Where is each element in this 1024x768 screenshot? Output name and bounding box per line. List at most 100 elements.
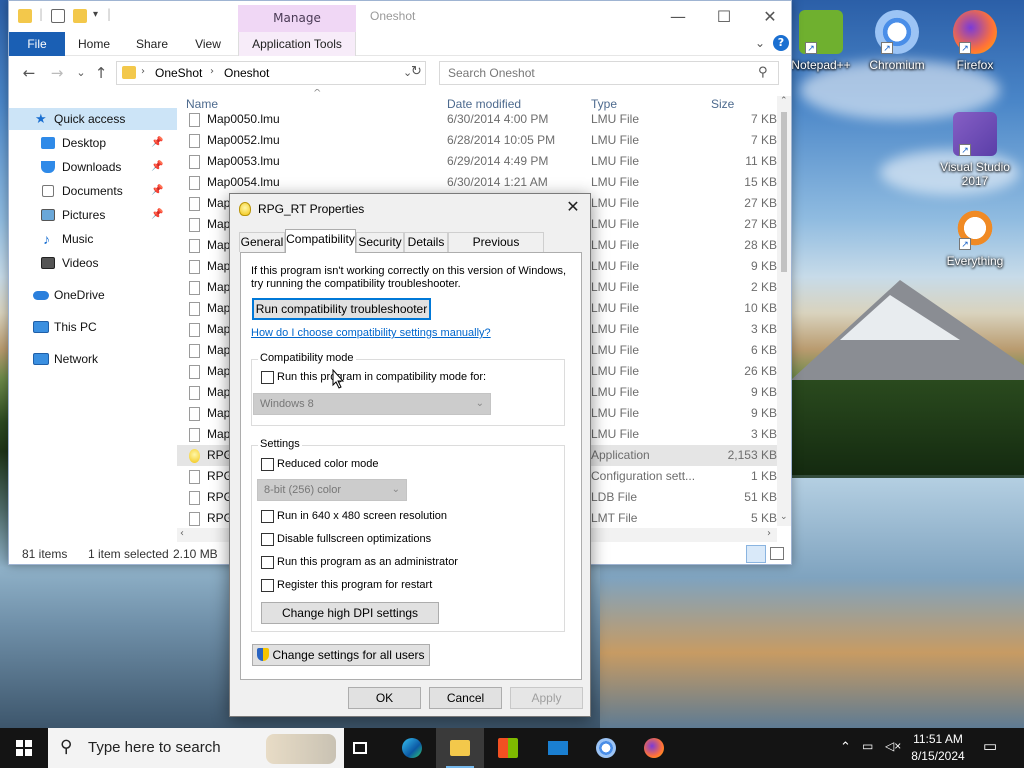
sidebar-item-network[interactable]: Network xyxy=(9,348,177,370)
scroll-up-icon[interactable]: ⌃ xyxy=(780,96,788,106)
ok-button[interactable]: OK xyxy=(348,687,421,709)
desktop-icon-visual-studio[interactable]: ↗ Visual Studio 2017 xyxy=(937,112,1013,188)
start-button[interactable] xyxy=(0,728,48,768)
breadcrumb-oneshot[interactable]: Oneshot xyxy=(224,66,269,80)
checkbox-label: Register this program for restart xyxy=(277,579,433,591)
breadcrumb-oneshot-parent[interactable]: OneShot xyxy=(155,66,202,80)
sidebar-item-desktop[interactable]: Desktop 📌 xyxy=(9,132,177,154)
system-clock[interactable]: 11:51 AM 8/15/2024 xyxy=(906,731,970,765)
table-row[interactable]: Map0052.lmu 6/28/2014 10:05 PM LMU File 7 K… xyxy=(177,130,777,151)
taskbar-chromium[interactable] xyxy=(582,728,630,768)
register-restart-checkbox[interactable] xyxy=(261,579,274,592)
compatibility-mode-checkbox[interactable] xyxy=(261,371,274,384)
file-icon xyxy=(189,428,200,442)
search-input[interactable]: Search Oneshot ⚲ xyxy=(439,61,779,85)
maximize-button[interactable]: ☐ xyxy=(701,1,747,32)
reduced-color-checkbox[interactable] xyxy=(261,458,274,471)
tab-home[interactable]: Home xyxy=(71,32,117,56)
file-name: Map xyxy=(207,427,231,441)
compatibility-os-select[interactable]: Windows 8 ⌄ xyxy=(253,393,491,415)
taskbar-file-explorer[interactable] xyxy=(436,728,484,768)
resolution-640-checkbox[interactable] xyxy=(261,510,274,523)
network-status-icon[interactable]: ▭ xyxy=(862,739,873,753)
customize-quick-access-icon[interactable]: ▾ xyxy=(93,9,98,20)
change-settings-all-users-button[interactable]: Change settings for all users xyxy=(252,644,430,666)
cancel-button[interactable]: Cancel xyxy=(429,687,502,709)
task-view-button[interactable] xyxy=(336,728,384,768)
taskbar-search-box[interactable]: ⚲ Type here to search xyxy=(48,728,344,768)
forest xyxy=(780,380,1024,475)
close-button[interactable]: ✕ xyxy=(747,1,793,32)
file-type: LMU File xyxy=(591,175,640,189)
sidebar-item-music[interactable]: ♪ Music xyxy=(9,228,177,250)
back-button[interactable]: ← xyxy=(19,65,39,81)
tab-view[interactable]: View xyxy=(185,32,231,56)
tab-application-tools[interactable]: Application Tools xyxy=(238,32,356,56)
show-hidden-icons-chevron[interactable]: ⌃ xyxy=(840,739,851,755)
taskbar-mail[interactable] xyxy=(534,728,582,768)
tab-share[interactable]: Share xyxy=(129,32,175,56)
scroll-right-icon[interactable]: › xyxy=(767,528,771,539)
file-size: 27 KB xyxy=(744,217,777,231)
forward-button[interactable]: → xyxy=(47,65,67,81)
sidebar-item-label: Music xyxy=(62,232,94,246)
manage-contextual-tab[interactable]: Manage xyxy=(238,5,356,32)
expand-ribbon-icon[interactable]: ⌄ xyxy=(755,36,765,50)
notifications-icon[interactable]: ▭ xyxy=(983,737,997,755)
file-size: 3 KB xyxy=(750,322,777,336)
desktop-icon-chromium[interactable]: ↗ Chromium xyxy=(859,10,935,72)
tab-general[interactable]: General xyxy=(239,232,285,252)
tab-compatibility[interactable]: Compatibility xyxy=(285,229,356,253)
dialog-close-button[interactable]: ✕ xyxy=(560,196,586,220)
network-icon xyxy=(33,353,49,365)
up-button[interactable]: ↑ xyxy=(91,65,111,81)
scroll-thumb[interactable] xyxy=(781,112,787,272)
table-row[interactable]: Map0054.lmu 6/30/2014 1:21 AM LMU File 15 K… xyxy=(177,172,777,193)
volume-muted-icon[interactable]: ◁× xyxy=(885,739,901,753)
sidebar-item-documents[interactable]: Documents 📌 xyxy=(9,180,177,202)
folder-icon[interactable] xyxy=(18,9,32,23)
details-view-icon[interactable] xyxy=(746,545,766,563)
refresh-icon[interactable]: ↻ xyxy=(411,64,422,79)
run-troubleshooter-button[interactable]: Run compatibility troubleshooter xyxy=(252,298,431,320)
desktop-icon-firefox[interactable]: ↗ Firefox xyxy=(937,10,1013,72)
help-icon[interactable]: ? xyxy=(773,35,789,51)
color-depth-select[interactable]: 8-bit (256) color ⌄ xyxy=(257,479,407,501)
tab-file[interactable]: File xyxy=(9,32,65,56)
change-dpi-button[interactable]: Change high DPI settings xyxy=(261,602,439,624)
tab-previous-versions[interactable]: Previous Versions xyxy=(448,232,544,267)
sidebar-item-videos[interactable]: Videos xyxy=(9,252,177,274)
table-row[interactable]: Map0053.lmu 6/29/2014 4:49 PM LMU File 11 K… xyxy=(177,151,777,172)
search-icon[interactable]: ⚲ xyxy=(758,65,768,80)
new-folder-icon[interactable] xyxy=(73,9,87,23)
sidebar-item-pictures[interactable]: Pictures 📌 xyxy=(9,204,177,226)
properties-quick-icon[interactable] xyxy=(51,9,65,23)
vertical-scrollbar[interactable]: ⌃ ⌄ xyxy=(777,96,791,526)
sidebar-item-downloads[interactable]: Downloads 📌 xyxy=(9,156,177,178)
run-as-admin-checkbox[interactable] xyxy=(261,556,274,569)
file-name: Map xyxy=(207,406,231,420)
sidebar-item-quick-access[interactable]: ★ Quick access xyxy=(9,108,177,130)
scroll-left-icon[interactable]: ‹ xyxy=(180,528,184,539)
scroll-down-icon[interactable]: ⌄ xyxy=(780,512,788,522)
minimize-button[interactable]: — xyxy=(655,1,701,32)
apply-button[interactable]: Apply xyxy=(510,687,583,709)
address-bar[interactable]: › OneShot › Oneshot ⌄ xyxy=(116,61,426,85)
sidebar-item-this-pc[interactable]: This PC xyxy=(9,316,177,338)
taskbar-edge[interactable] xyxy=(388,728,436,768)
tab-details[interactable]: Details xyxy=(404,232,448,252)
tab-security[interactable]: Security xyxy=(356,232,404,252)
file-name: Map xyxy=(207,238,231,252)
large-icons-view-icon[interactable] xyxy=(770,547,784,560)
taskbar-firefox[interactable] xyxy=(630,728,678,768)
compatibility-help-link[interactable]: How do I choose compatibility settings m… xyxy=(251,327,491,339)
desktop-icon-notepadpp[interactable]: ↗ Notepad++ xyxy=(783,10,859,72)
downloads-icon xyxy=(41,161,55,173)
sidebar-item-onedrive[interactable]: OneDrive xyxy=(9,284,177,306)
table-row[interactable]: Map0050.lmu 6/30/2014 4:00 PM LMU File 7 KB xyxy=(177,109,777,130)
file-size: 51 KB xyxy=(744,490,777,504)
desktop-icon-everything[interactable]: ↗ Everything xyxy=(937,206,1013,268)
recent-locations-button[interactable]: ⌄ xyxy=(71,65,91,81)
disable-fullscreen-checkbox[interactable] xyxy=(261,533,274,546)
taskbar-store[interactable] xyxy=(484,728,532,768)
